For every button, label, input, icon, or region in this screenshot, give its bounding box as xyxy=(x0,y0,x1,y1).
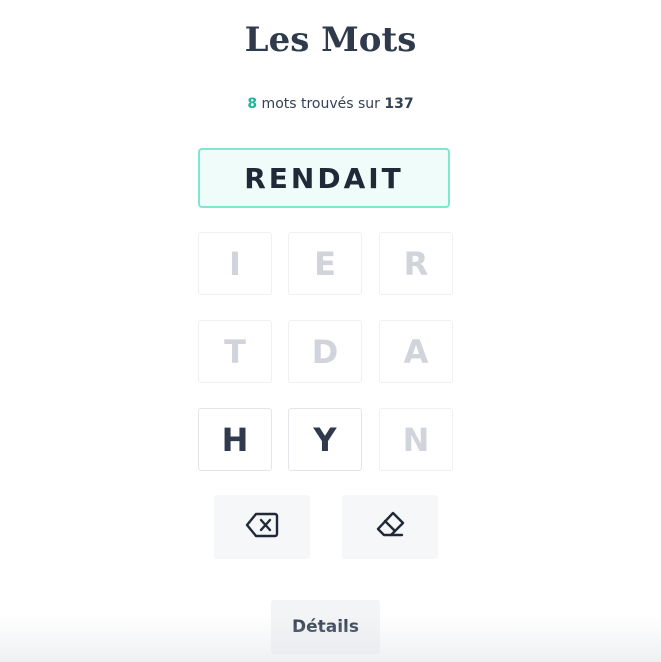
backspace-button[interactable] xyxy=(214,495,310,559)
letter-tile[interactable]: E xyxy=(288,232,362,295)
total-count: 137 xyxy=(384,96,414,112)
eraser-icon xyxy=(374,510,406,544)
letter-tile[interactable]: I xyxy=(198,232,272,295)
backspace-icon xyxy=(245,512,279,542)
letter-tile[interactable]: A xyxy=(379,320,453,383)
score-text: mots trouvés sur xyxy=(257,96,385,112)
letter-tile[interactable]: N xyxy=(379,408,453,471)
letter-tile[interactable]: D xyxy=(288,320,362,383)
letter-tile[interactable]: T xyxy=(198,320,272,383)
score-line: 8 mots trouvés sur 137 xyxy=(0,93,661,115)
found-count: 8 xyxy=(247,96,258,112)
clear-button[interactable] xyxy=(342,495,438,559)
game-page: Les Mots 8 mots trouvés sur 137 RENDAIT … xyxy=(0,0,661,662)
letter-tile[interactable]: H xyxy=(198,408,272,471)
page-title: Les Mots xyxy=(244,20,417,60)
details-button[interactable]: Détails xyxy=(271,600,380,654)
letter-tile[interactable]: R xyxy=(379,232,453,295)
current-word-display: RENDAIT xyxy=(198,148,450,208)
letter-tile[interactable]: Y xyxy=(288,408,362,471)
